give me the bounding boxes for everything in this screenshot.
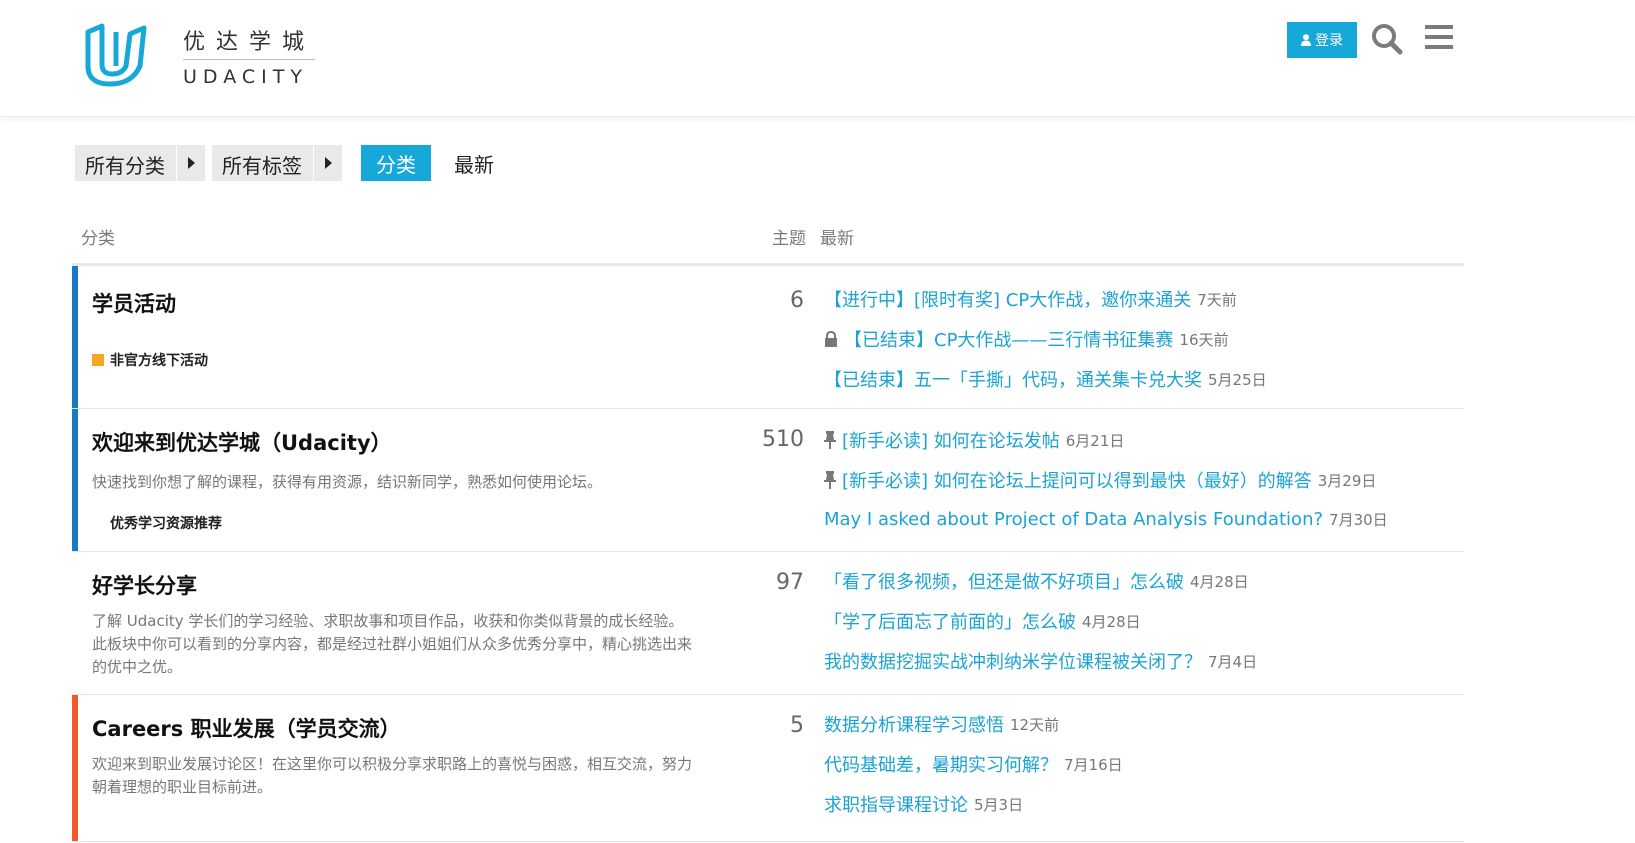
category-title[interactable]: 欢迎来到优达学城（Udacity） bbox=[92, 427, 392, 457]
topic-time: 7月30日 bbox=[1329, 511, 1388, 529]
caret-right-icon bbox=[176, 145, 205, 181]
topic-title[interactable]: 「看了很多视频，但还是做不好项目」怎么破 bbox=[824, 568, 1184, 594]
logo-chinese-text: 优达学城 bbox=[183, 30, 316, 55]
category-description: 快速找到你想了解的课程，获得有用资源，结识新同学，熟悉如何使用论坛。 bbox=[92, 473, 603, 491]
category-row: 学员活动 非官方线下活动 6 【进行中】[限时有奖] CP大作战，邀你来通关 7… bbox=[72, 266, 1464, 409]
topic-title[interactable]: 我的数据挖掘实战冲刺纳米学位课程被关闭了？ bbox=[824, 648, 1202, 674]
category-description: 了解 Udacity 学长们的学习经验、求职故事和项目作品，收获和你类似背景的成… bbox=[92, 612, 693, 676]
login-button[interactable]: 登录 bbox=[1287, 22, 1357, 58]
logo-english-text: UDACITY bbox=[183, 66, 308, 88]
user-icon bbox=[1301, 34, 1311, 46]
latest-topic[interactable]: [新手必读] 如何在论坛发帖 6月21日 bbox=[824, 427, 1124, 453]
topic-title[interactable]: 【已结束】五一「手撕」代码，通关集卡兑大奖 bbox=[824, 366, 1202, 392]
latest-topic[interactable]: May I asked about Project of Data Analys… bbox=[824, 509, 1388, 530]
login-label: 登录 bbox=[1315, 33, 1343, 49]
topic-time: 7月16日 bbox=[1064, 755, 1123, 774]
category-description: 欢迎来到职业发展讨论区！在这里你可以积极分享求职路上的喜悦与困惑，相互交流，努力… bbox=[92, 755, 693, 796]
topic-time: 3月29日 bbox=[1317, 471, 1377, 490]
pin-icon bbox=[824, 471, 836, 489]
hamburger-menu-icon[interactable] bbox=[1425, 24, 1453, 50]
all-tags-label: 所有标签 bbox=[222, 154, 302, 178]
pin-icon bbox=[824, 431, 836, 449]
topic-time: 7月4日 bbox=[1208, 652, 1258, 671]
lock-icon bbox=[825, 331, 837, 347]
topic-count: 6 bbox=[790, 288, 804, 313]
topic-time: 16天前 bbox=[1179, 330, 1229, 349]
site-header: 优达学城 UDACITY 登录 bbox=[0, 0, 1635, 117]
category-color-bar bbox=[72, 266, 78, 408]
tab-latest[interactable]: 最新 bbox=[441, 145, 507, 181]
subcategory-color-square bbox=[92, 354, 104, 366]
udacity-logo-icon[interactable] bbox=[84, 22, 148, 88]
category-row: Careers 职业发展（学员交流） 欢迎来到职业发展讨论区！在这里你可以积极分… bbox=[72, 695, 1464, 842]
topic-title[interactable]: 「学了后面忘了前面的」怎么破 bbox=[824, 608, 1076, 634]
topic-time: 12天前 bbox=[1010, 715, 1060, 734]
topic-count: 97 bbox=[776, 570, 804, 595]
topic-time: 5月25日 bbox=[1208, 370, 1267, 389]
latest-topic[interactable]: 我的数据挖掘实战冲刺纳米学位课程被关闭了？ 7月4日 bbox=[824, 648, 1257, 674]
topic-time: 5月3日 bbox=[974, 795, 1024, 814]
category-title[interactable]: 好学长分享 bbox=[92, 570, 197, 600]
column-header-latest: 最新 bbox=[820, 229, 854, 249]
topic-time: 6月21日 bbox=[1065, 431, 1125, 450]
topic-title[interactable]: 数据分析课程学习感悟 bbox=[824, 711, 1004, 737]
topic-time: 4月28日 bbox=[1082, 612, 1141, 631]
latest-topic[interactable]: 【已结束】五一「手撕」代码，通关集卡兑大奖 5月25日 bbox=[824, 366, 1267, 392]
topic-time: 7天前 bbox=[1197, 290, 1237, 309]
search-icon[interactable] bbox=[1370, 22, 1404, 56]
subcategory-label: 优秀学习资源推荐 bbox=[110, 516, 222, 532]
topic-time: 4月28日 bbox=[1190, 572, 1249, 591]
latest-topic[interactable]: 【已结束】CP大作战——三行情书征集赛 16天前 bbox=[824, 326, 1229, 352]
subcategory-link[interactable]: 非官方线下活动 bbox=[92, 350, 208, 370]
topic-count: 510 bbox=[762, 427, 804, 452]
caret-right-icon bbox=[313, 145, 342, 181]
topic-count: 5 bbox=[790, 713, 804, 738]
column-header-topics: 主题 bbox=[772, 229, 806, 249]
all-categories-label: 所有分类 bbox=[85, 154, 165, 178]
latest-topic[interactable]: 数据分析课程学习感悟 12天前 bbox=[824, 711, 1059, 737]
category-row: 好学长分享 了解 Udacity 学长们的学习经验、求职故事和项目作品，收获和你… bbox=[72, 552, 1464, 695]
all-tags-dropdown[interactable]: 所有标签 bbox=[212, 145, 342, 181]
topic-title[interactable]: 代码基础差，暑期实习何解？ bbox=[824, 751, 1058, 777]
topic-title[interactable]: 求职指导课程讨论 bbox=[824, 791, 968, 817]
category-title[interactable]: 学员活动 bbox=[92, 288, 176, 318]
category-row: 欢迎来到优达学城（Udacity） 快速找到你想了解的课程，获得有用资源，结识新… bbox=[72, 409, 1464, 552]
latest-topic[interactable]: [新手必读] 如何在论坛上提问可以得到最快（最好）的解答 3月29日 bbox=[824, 467, 1376, 493]
topic-title[interactable]: May I asked about Project of Data Analys… bbox=[824, 509, 1323, 530]
latest-topic[interactable]: 求职指导课程讨论 5月3日 bbox=[824, 791, 1023, 817]
column-header-category: 分类 bbox=[81, 229, 115, 249]
latest-topic[interactable]: 「看了很多视频，但还是做不好项目」怎么破 4月28日 bbox=[824, 568, 1249, 594]
tab-categories[interactable]: 分类 bbox=[361, 145, 431, 181]
latest-topic[interactable]: 代码基础差，暑期实习何解？ 7月16日 bbox=[824, 751, 1123, 777]
topic-title[interactable]: 【进行中】[限时有奖] CP大作战，邀你来通关 bbox=[824, 286, 1191, 312]
latest-topic[interactable]: 「学了后面忘了前面的」怎么破 4月28日 bbox=[824, 608, 1141, 634]
topic-title[interactable]: 【已结束】CP大作战——三行情书征集赛 bbox=[844, 326, 1173, 352]
topic-title[interactable]: [新手必读] 如何在论坛发帖 bbox=[842, 427, 1060, 453]
latest-topic[interactable]: 【进行中】[限时有奖] CP大作战，邀你来通关 7天前 bbox=[824, 286, 1237, 312]
subcategory-label: 非官方线下活动 bbox=[110, 353, 208, 369]
category-color-bar bbox=[72, 695, 78, 841]
logo-divider bbox=[183, 59, 315, 60]
all-categories-dropdown[interactable]: 所有分类 bbox=[75, 145, 205, 181]
category-color-bar bbox=[72, 409, 78, 551]
category-title[interactable]: Careers 职业发展（学员交流） bbox=[92, 713, 401, 743]
subcategory-link[interactable]: 优秀学习资源推荐 bbox=[92, 513, 222, 533]
topic-title[interactable]: [新手必读] 如何在论坛上提问可以得到最快（最好）的解答 bbox=[842, 467, 1312, 493]
